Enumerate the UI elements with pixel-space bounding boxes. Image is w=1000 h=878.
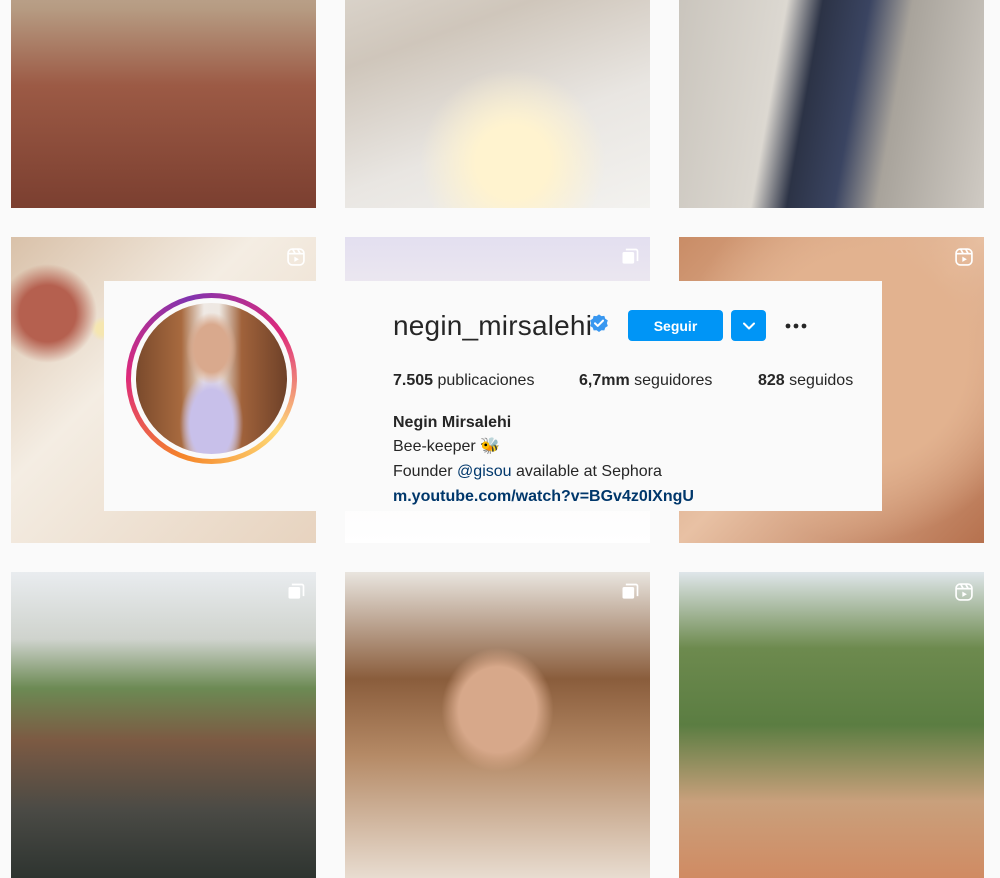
following-count[interactable]: 828 seguidos [758, 371, 853, 391]
mention-link[interactable]: @gisou [457, 463, 512, 480]
suggested-accounts-button[interactable] [731, 310, 766, 341]
post-tile[interactable] [345, 0, 650, 208]
username: negin_mirsalehi [393, 310, 593, 341]
post-tile[interactable] [345, 572, 650, 878]
profile-photo [136, 303, 287, 454]
post-tile[interactable] [679, 572, 984, 878]
bio-line: Founder @gisou available at Sephora [393, 463, 662, 480]
followers-count[interactable]: 6,7mm seguidores [579, 371, 712, 391]
more-horizontal-icon [785, 323, 807, 328]
post-tile[interactable] [11, 572, 316, 878]
full-name: Negin Mirsalehi [393, 414, 512, 431]
post-tile[interactable] [11, 0, 316, 208]
reels-icon [955, 248, 973, 266]
profile-header: negin_mirsalehi Seguir 7.505 publicacion… [104, 281, 882, 511]
carousel-icon [288, 583, 305, 599]
reels-icon [287, 248, 305, 266]
avatar[interactable] [126, 293, 297, 464]
posts-count: 7.505 publicaciones [393, 372, 535, 389]
carousel-icon [622, 248, 639, 264]
follow-button[interactable]: Seguir [628, 310, 723, 341]
carousel-icon [622, 583, 639, 599]
verified-badge-icon [590, 314, 608, 332]
reels-icon [955, 583, 973, 601]
more-options-button[interactable] [782, 314, 810, 336]
bio-line: Bee-keeper 🐝 [393, 438, 501, 455]
chevron-down-icon [742, 322, 755, 329]
bee-emoji: 🐝 [480, 438, 501, 455]
post-tile[interactable] [679, 0, 984, 208]
website-link[interactable]: m.youtube.com/watch?v=BGv4z0IXngU [393, 487, 694, 507]
